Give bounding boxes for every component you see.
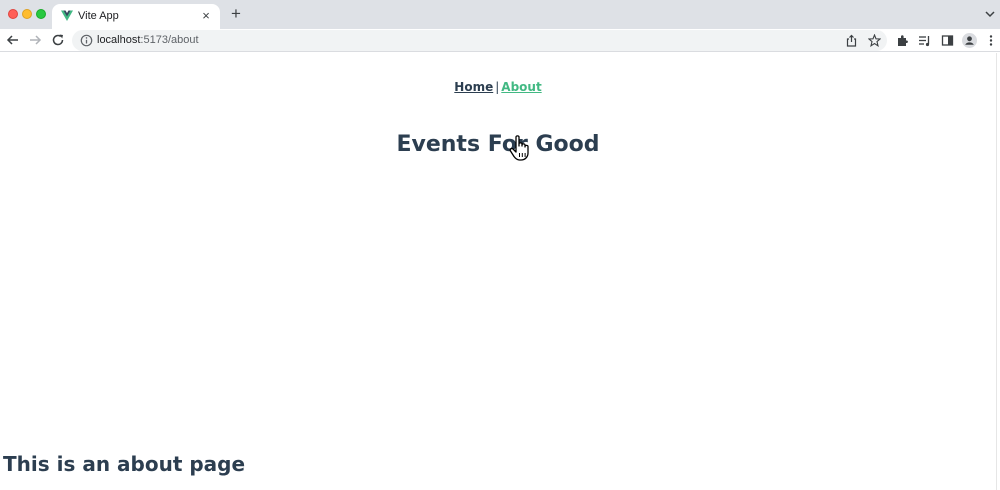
star-icon[interactable] xyxy=(868,34,881,47)
new-tab-button[interactable]: + xyxy=(227,5,245,23)
kebab-menu-icon[interactable] xyxy=(987,34,995,47)
tab-search-chevron-icon[interactable] xyxy=(984,8,996,20)
window-maximize-button[interactable] xyxy=(36,9,46,19)
profile-icon[interactable] xyxy=(962,33,977,48)
reading-list-icon[interactable] xyxy=(918,34,931,47)
reload-icon[interactable] xyxy=(51,33,65,47)
page-title: Events For Good xyxy=(396,132,600,157)
tab-close-icon[interactable]: × xyxy=(198,8,214,24)
about-heading: This is an about page xyxy=(3,452,246,476)
forward-arrow-icon[interactable] xyxy=(28,33,42,47)
nav-link-home[interactable]: Home xyxy=(454,80,493,94)
side-panel-icon[interactable] xyxy=(941,34,954,47)
info-icon[interactable] xyxy=(80,34,93,47)
puzzle-icon[interactable] xyxy=(896,34,909,47)
url-text[interactable]: localhost:5173/about xyxy=(97,34,199,46)
nav-link-about[interactable]: About xyxy=(501,80,541,94)
back-arrow-icon[interactable] xyxy=(6,33,20,47)
window-close-button[interactable] xyxy=(8,9,18,19)
page-viewport: Home | About Events For Good This is an ab… xyxy=(0,53,996,490)
tab-bar: Vite App × + xyxy=(0,0,1000,29)
share-icon[interactable] xyxy=(845,34,858,47)
url-host: localhost xyxy=(97,34,141,46)
page-right-edge xyxy=(996,53,1000,490)
tab-title: Vite App xyxy=(78,10,119,22)
window-minimize-button[interactable] xyxy=(22,9,32,19)
url-path: :5173/about xyxy=(140,34,199,46)
browser-toolbar: localhost:5173/about xyxy=(0,29,1000,52)
browser-tab[interactable]: Vite App × xyxy=(52,4,220,29)
vue-logo-icon xyxy=(61,10,73,21)
site-nav: Home | About xyxy=(0,80,996,94)
address-bar[interactable]: localhost:5173/about xyxy=(72,30,887,51)
